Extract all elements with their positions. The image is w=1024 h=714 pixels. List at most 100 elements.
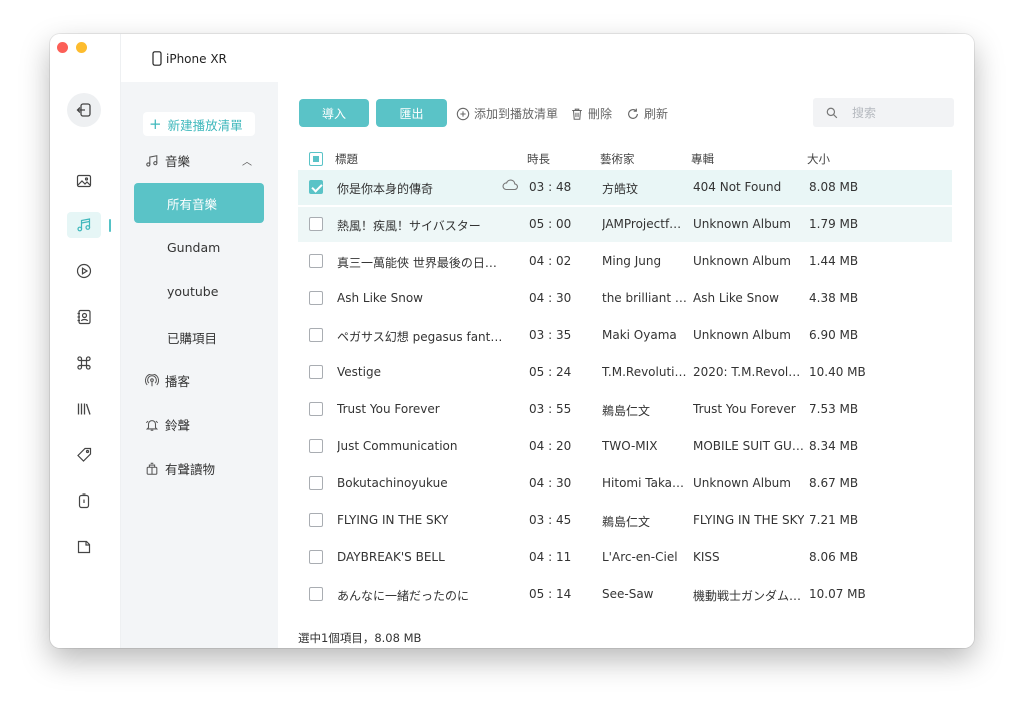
song-title: FLYING IN THE SKY <box>337 513 449 527</box>
row-checkbox[interactable] <box>309 402 323 416</box>
sidebar-item-label: 鈴聲 <box>165 418 191 433</box>
phone-icon <box>152 51 162 66</box>
library-sidebar: + 新建播放清單 音樂 ︿ 所有音樂 Gundam youtube 已購項目 播… <box>121 82 278 648</box>
cloud-icon[interactable] <box>502 179 518 191</box>
row-checkbox[interactable] <box>309 439 323 453</box>
table-row[interactable]: ペガサス幻想 pegasus fanta… 03 : 35 Maki Oyama Un… <box>298 318 952 353</box>
books-nav[interactable] <box>72 397 96 421</box>
new-playlist-label: 新建播放清單 <box>167 117 243 133</box>
sidebar-item-audiobooks[interactable]: 有聲讀物 <box>145 459 215 478</box>
search-icon <box>826 107 838 119</box>
refresh-icon <box>626 107 640 121</box>
active-indicator <box>109 219 111 232</box>
song-title: 熱風！疾風！サイバスター <box>337 219 481 233</box>
sidebar-item-music[interactable]: 音樂 ︿ <box>145 151 252 170</box>
search-input[interactable] <box>852 105 942 120</box>
column-album[interactable]: 專輯 <box>691 151 714 167</box>
column-artist[interactable]: 藝術家 <box>600 151 635 167</box>
video-nav[interactable] <box>72 259 96 283</box>
row-checkbox[interactable] <box>309 254 323 268</box>
row-checkbox[interactable] <box>309 365 323 379</box>
song-album: Unknown Album <box>693 328 791 342</box>
podcast-icon <box>145 373 159 388</box>
song-size: 7.53 MB <box>809 402 859 416</box>
table-row[interactable]: Just Communication 04 : 20 TWO-MIX MOBILE S… <box>298 429 952 464</box>
row-checkbox[interactable] <box>309 587 323 601</box>
music-nav[interactable] <box>67 212 101 238</box>
sidebar-item-gundam[interactable]: Gundam <box>167 240 220 255</box>
table-row[interactable]: 真三一萬能俠 世界最後の日… 04 : 02 Ming Jung Unknown Al… <box>298 244 952 279</box>
table-row[interactable]: Ash Like Snow 04 : 30 the brilliant g… Ash … <box>298 281 952 316</box>
song-duration: 05 : 00 <box>529 217 572 231</box>
sidebar-item-ringtones[interactable]: 鈴聲 <box>145 415 190 434</box>
sidebar-item-all-music[interactable]: 所有音樂 <box>134 183 264 223</box>
delete-button[interactable]: 刪除 <box>570 105 612 122</box>
song-artist: 鵜島仁文 <box>602 404 651 418</box>
row-checkbox[interactable] <box>309 291 323 305</box>
song-title: Ash Like Snow <box>337 291 423 305</box>
table-row[interactable]: Bokutachinoyukue 04 : 30 Hitomi Takah… Unkn… <box>298 466 952 501</box>
device-name: iPhone XR <box>166 51 227 66</box>
sidebar-item-purchased[interactable]: 已購項目 <box>167 328 217 347</box>
contacts-nav[interactable] <box>72 305 96 329</box>
row-checkbox[interactable] <box>309 180 323 194</box>
device-label: iPhone XR <box>152 51 227 66</box>
music-note-icon <box>76 217 92 233</box>
sidebar-item-youtube[interactable]: youtube <box>167 284 218 299</box>
chevron-up-icon[interactable]: ︿ <box>242 153 252 168</box>
song-size: 10.07 MB <box>809 587 866 601</box>
table-row[interactable]: FLYING IN THE SKY 03 : 45 鵜島仁文 FLYING IN TH… <box>298 503 952 538</box>
row-checkbox[interactable] <box>309 513 323 527</box>
music-note-icon <box>145 154 159 168</box>
select-all-checkbox[interactable] <box>309 152 323 166</box>
refresh-button[interactable]: 刷新 <box>626 105 668 122</box>
sidebar-item-label: 音樂 <box>165 154 191 169</box>
sidebar-item-label: 有聲讀物 <box>165 462 216 477</box>
new-playlist-button[interactable]: + 新建播放清單 <box>143 112 255 136</box>
song-duration: 05 : 14 <box>529 587 572 601</box>
song-album: FLYING IN THE SKY <box>693 513 805 527</box>
sidebar-item-podcasts[interactable]: 播客 <box>145 371 190 390</box>
close-window-button[interactable] <box>57 42 68 53</box>
row-checkbox[interactable] <box>309 476 323 490</box>
song-size: 8.08 MB <box>809 180 859 194</box>
tag-icon <box>76 447 92 463</box>
song-duration: 03 : 55 <box>529 402 572 416</box>
apps-nav[interactable] <box>72 351 96 375</box>
tags-nav[interactable] <box>72 443 96 467</box>
table-row[interactable]: Vestige 05 : 24 T.M.Revolution 2020: T.M.Re… <box>298 355 952 390</box>
device-nav[interactable] <box>72 489 96 513</box>
import-button[interactable]: 導入 <box>299 99 369 127</box>
song-title: あんなに一緒だったのに <box>337 589 470 603</box>
table-row[interactable]: あんなに一緒だったのに 05 : 14 See-Saw 機動戦士ガンダム… 10.07 … <box>298 577 952 612</box>
file-icon <box>76 539 92 555</box>
table-row[interactable]: 你是你本身的傳奇 03 : 48 方皓玟 404 Not Found 8.08 MB <box>298 170 952 205</box>
song-size: 7.21 MB <box>809 513 859 527</box>
refresh-label: 刷新 <box>644 107 669 121</box>
column-size[interactable]: 大小 <box>807 151 830 167</box>
song-album: 機動戦士ガンダム… <box>693 589 802 603</box>
contacts-icon <box>76 309 92 325</box>
column-duration[interactable]: 時長 <box>527 151 550 167</box>
table-row[interactable]: Trust You Forever 03 : 55 鵜島仁文 Trust You Fo… <box>298 392 952 427</box>
search-box[interactable] <box>813 98 954 127</box>
export-button[interactable]: 匯出 <box>376 99 447 127</box>
row-checkbox[interactable] <box>309 550 323 564</box>
row-checkbox[interactable] <box>309 328 323 342</box>
row-checkbox[interactable] <box>309 217 323 231</box>
song-duration: 05 : 24 <box>529 365 572 379</box>
table-row[interactable]: 熱風！疾風！サイバスター 05 : 00 JAMProjectf… Unknown A… <box>298 207 952 242</box>
add-to-playlist-button[interactable]: 添加到播放清單 <box>456 105 558 122</box>
files-nav[interactable] <box>72 535 96 559</box>
table-row[interactable]: DAYBREAK'S BELL 04 : 11 L'Arc-en-Ciel KISS 8… <box>298 540 952 575</box>
back-button[interactable] <box>67 93 101 127</box>
song-size: 8.06 MB <box>809 550 859 564</box>
photos-nav[interactable] <box>72 169 96 193</box>
song-duration: 04 : 30 <box>529 476 572 490</box>
song-duration: 03 : 48 <box>529 180 572 194</box>
song-artist: 鵜島仁文 <box>602 515 651 529</box>
minimize-window-button[interactable] <box>76 42 87 53</box>
column-title[interactable]: 標題 <box>335 151 358 167</box>
song-album: MOBILE SUIT GU… <box>693 439 804 453</box>
song-size: 8.34 MB <box>809 439 859 453</box>
